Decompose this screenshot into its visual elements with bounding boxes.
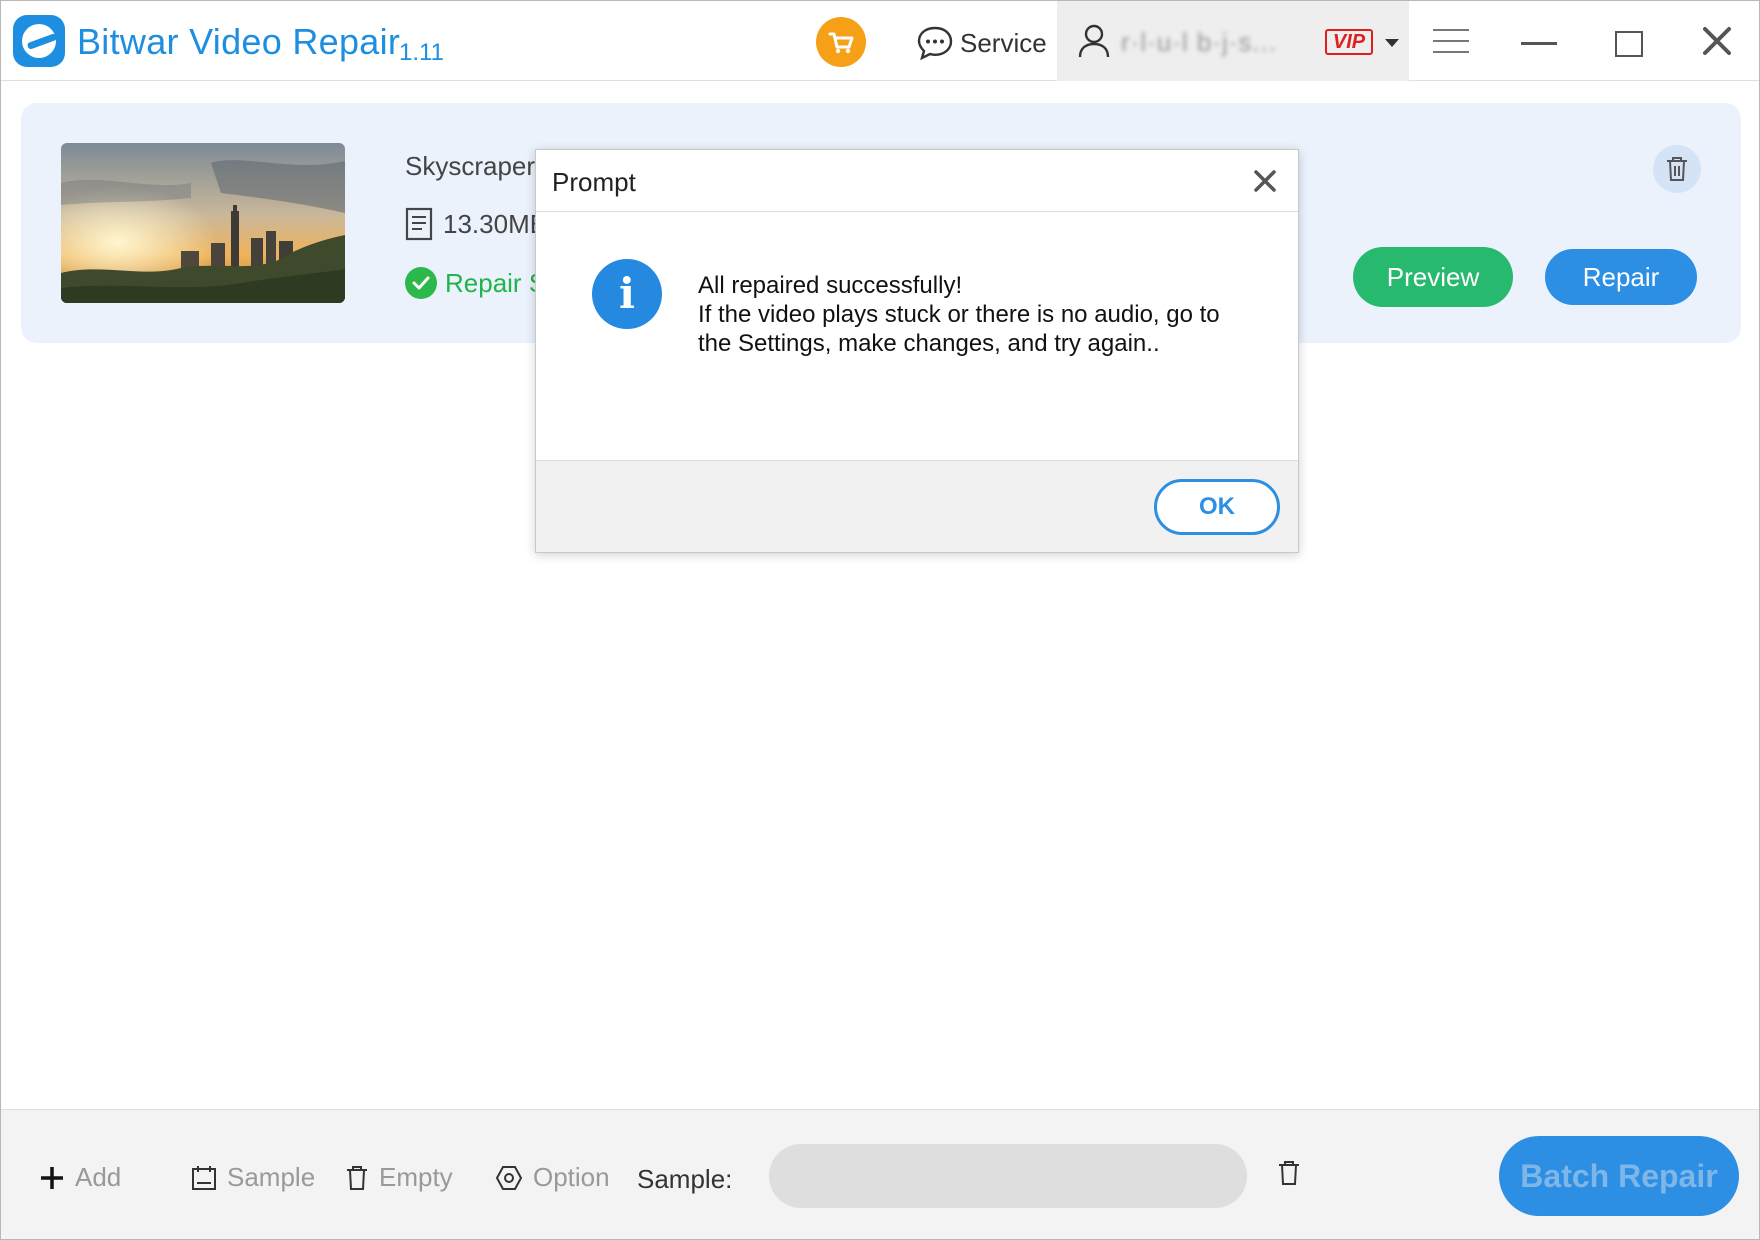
trash-icon [1279,1161,1299,1185]
sample-button[interactable]: Sample [191,1162,315,1193]
preview-button[interactable]: Preview [1353,247,1513,307]
repair-button[interactable]: Repair [1545,249,1697,305]
service-button[interactable]: Service [916,23,1047,63]
cart-icon [828,32,854,54]
app-window: Bitwar Video Repair 1.11 Service r·l·u·l… [0,0,1760,1240]
sample-field-label: Sample: [637,1164,733,1194]
close-window-button[interactable] [1699,23,1735,59]
document-icon [405,207,433,241]
menu-button[interactable] [1433,29,1469,55]
title-bar: Bitwar Video Repair 1.11 Service r·l·u·l… [1,1,1759,81]
close-icon [1703,27,1731,55]
video-thumbnail[interactable] [61,143,345,303]
add-button[interactable]: Add [39,1162,121,1193]
user-account-area[interactable]: r·l·u·l b·j·s... VIP [1057,1,1409,81]
user-icon [1078,24,1110,58]
chat-bubble-icon [917,26,953,61]
chevron-down-icon[interactable] [1385,39,1399,47]
dialog-message-line1: All repaired successfully! [698,272,963,299]
app-title: Bitwar Video Repair [77,21,401,62]
info-icon: i [592,259,662,329]
settings-icon [495,1165,523,1190]
clear-sample-button[interactable] [1277,1160,1301,1191]
ok-button[interactable]: OK [1154,479,1280,535]
sample-path-field[interactable] [769,1144,1247,1208]
dialog-body: i All repaired successfully! If the vide… [536,213,1298,439]
dialog-message-line2: If the video plays stuck or there is no … [698,301,1220,357]
trash-icon [347,1165,367,1190]
minimize-icon [1521,42,1557,45]
cart-button[interactable] [816,17,866,67]
batch-repair-button[interactable]: Batch Repair [1499,1136,1739,1216]
dialog-footer: OK [536,460,1298,552]
sample-label: Sample [227,1162,316,1192]
dialog-close-button[interactable] [1252,168,1278,194]
plus-icon [41,1166,63,1189]
check-circle-icon [405,267,437,299]
file-size: 13.30MB [443,208,548,239]
option-label: Option [533,1162,610,1192]
calendar-icon [192,1165,216,1190]
dialog-message: All repaired successfully! If the video … [698,271,1258,358]
close-icon [1254,170,1276,192]
file-name: Skyscrapers. [405,151,556,181]
app-version: 1.11 [399,39,444,66]
prompt-dialog: Prompt i All repaired successfully! If t… [535,149,1299,553]
app-logo-icon [13,15,65,67]
service-label: Service [960,27,1047,58]
dialog-header: Prompt [536,150,1298,212]
minimize-button[interactable] [1521,27,1557,57]
empty-label: Empty [379,1162,453,1192]
option-button[interactable]: Option [495,1162,610,1193]
empty-button[interactable]: Empty [345,1162,453,1193]
trash-icon [1667,157,1687,181]
file-size-row: 13.30MB [405,207,547,241]
vip-badge: VIP [1325,29,1373,55]
dialog-title: Prompt [552,167,636,197]
bottom-toolbar: Add Sample Empty Option Sample: Batch Re… [1,1109,1759,1239]
user-name: r·l·u·l b·j·s... [1121,27,1278,57]
add-label: Add [75,1162,122,1192]
maximize-button[interactable] [1615,31,1643,57]
hamburger-icon [1433,29,1469,31]
delete-file-button[interactable] [1653,145,1701,193]
